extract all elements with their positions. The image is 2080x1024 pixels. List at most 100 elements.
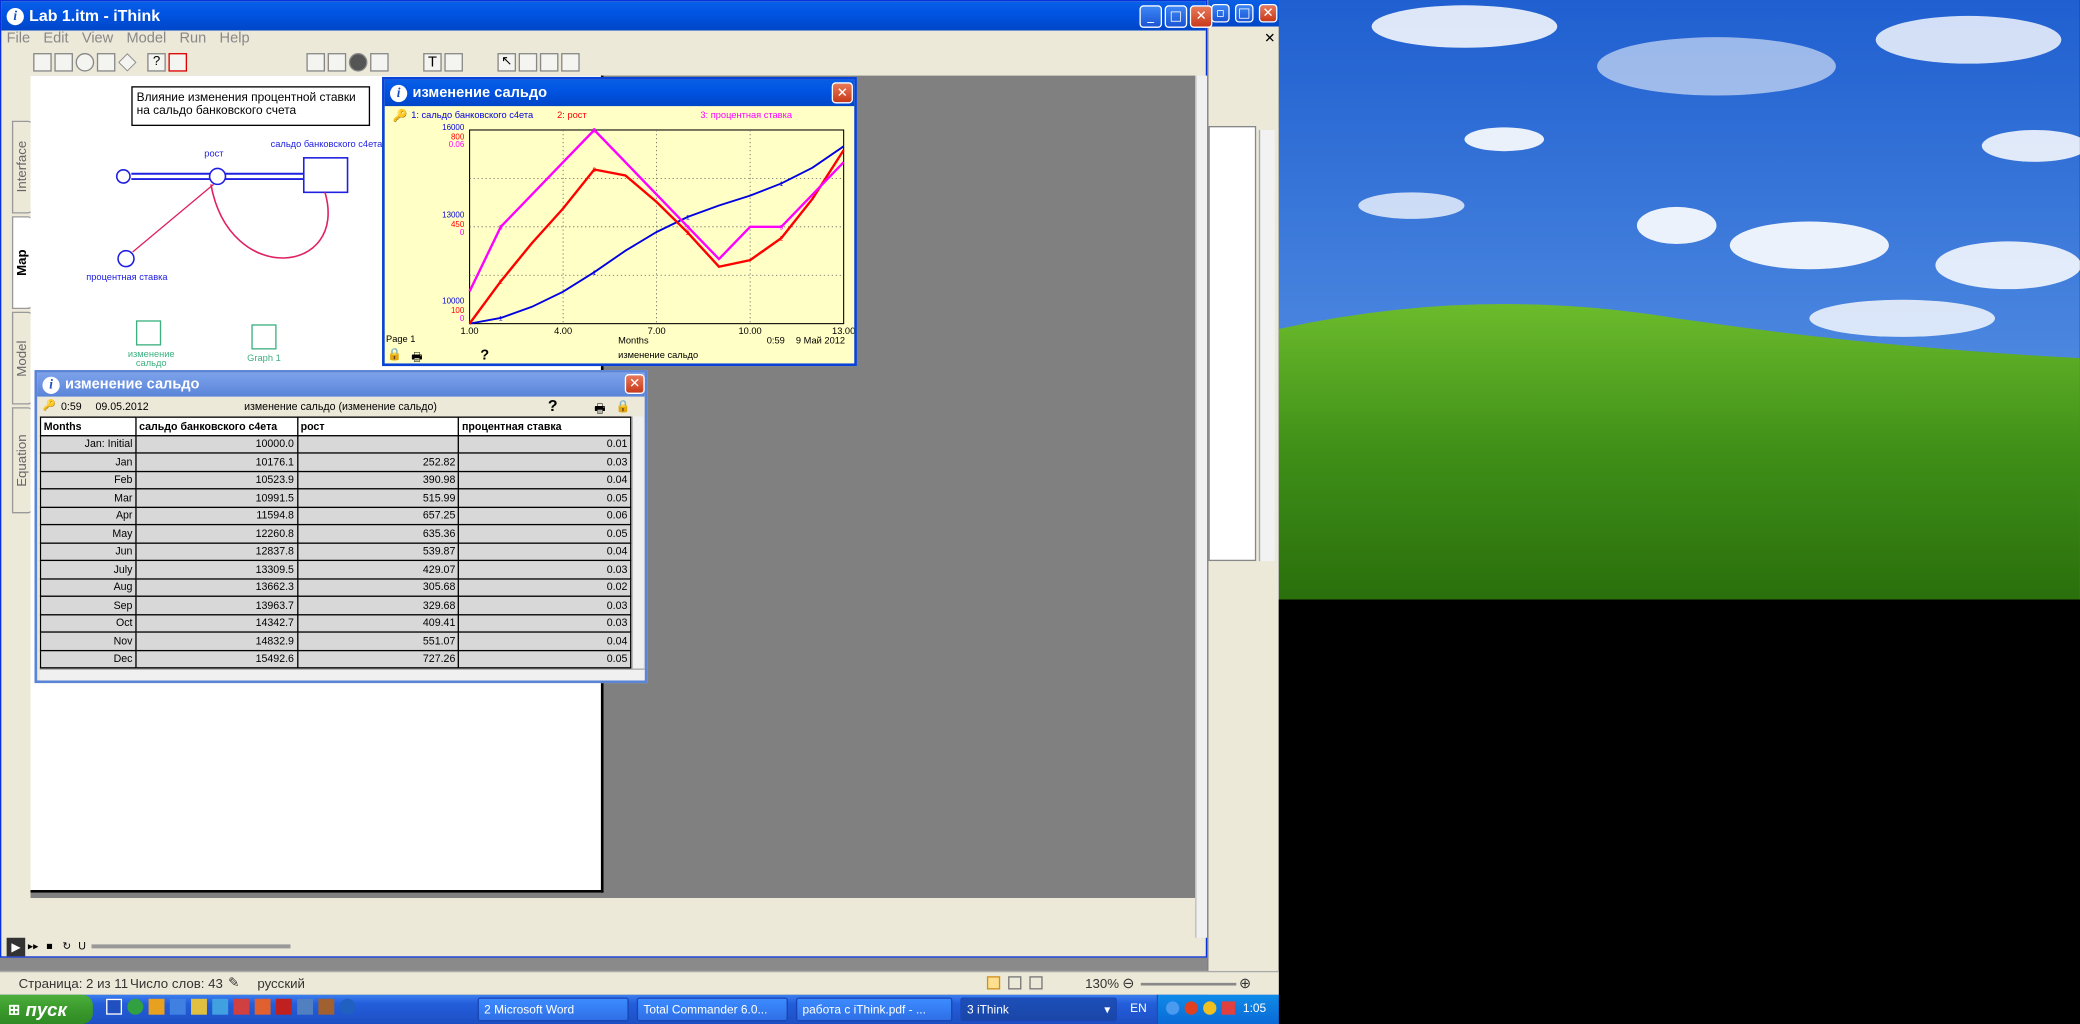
- stock-box[interactable]: [302, 157, 349, 194]
- quicklaunch-icon-12[interactable]: [339, 998, 356, 1015]
- speed-slider[interactable]: [91, 944, 291, 949]
- tray-icon-4[interactable]: [1221, 1001, 1235, 1015]
- graph-help-icon[interactable]: ?: [480, 348, 489, 364]
- table-tool-icon[interactable]: [327, 53, 347, 72]
- word-restore-button[interactable]: ▫: [1211, 3, 1230, 23]
- table-cell: 0.06: [457, 506, 632, 526]
- word-side-pane: ▫ □ ✕ ✕: [1207, 0, 1281, 995]
- table-vertical-scrollbar[interactable]: [631, 416, 644, 669]
- table-time: 0:59: [61, 400, 82, 413]
- table-cell: July: [39, 559, 137, 579]
- paintbrush-tool-icon[interactable]: [539, 53, 559, 72]
- stock-tool-icon[interactable]: [33, 53, 52, 72]
- table-cell: 12837.8: [135, 541, 298, 562]
- word-doc-close-icon[interactable]: ✕: [1264, 32, 1275, 47]
- quicklaunch-icon-1[interactable]: [106, 998, 123, 1015]
- quicklaunch-icon-9[interactable]: [275, 998, 292, 1015]
- image-tool-icon[interactable]: [444, 53, 463, 72]
- undo-icon[interactable]: U: [78, 940, 86, 952]
- converter-label: процентная ставка: [86, 273, 168, 283]
- table-row: Mar 10991.5 515.99 0.05: [39, 488, 632, 508]
- tray-icon-3[interactable]: [1203, 1001, 1217, 1015]
- menu-run[interactable]: Run: [180, 31, 207, 52]
- zoom-slider[interactable]: [1140, 982, 1237, 986]
- map-vertical-scrollbar[interactable]: [1195, 75, 1208, 938]
- web-view-icon[interactable]: [1029, 976, 1043, 990]
- table-titlebar[interactable]: i изменение сальдо: [37, 372, 645, 397]
- table-cell: 0.03: [457, 595, 632, 615]
- status-language[interactable]: русский: [257, 978, 305, 993]
- language-indicator[interactable]: EN: [1130, 1001, 1147, 1014]
- zoom-in-icon[interactable]: ⊕: [1239, 975, 1251, 992]
- slider-tool-icon[interactable]: [370, 53, 389, 72]
- decision-tool-icon[interactable]: [118, 53, 137, 72]
- table-lock-icon[interactable]: 🔒: [615, 399, 630, 414]
- play-icon[interactable]: ▶: [6, 937, 26, 957]
- quicklaunch-icon-8[interactable]: [254, 998, 271, 1015]
- step-icon[interactable]: ▸▸: [28, 940, 39, 952]
- table-header-2: рост: [296, 416, 460, 436]
- series-line-1: [469, 145, 845, 325]
- start-button[interactable]: ⊞ пуск: [0, 994, 93, 1024]
- zoom-level[interactable]: 130%: [1085, 978, 1119, 993]
- menu-file[interactable]: File: [7, 31, 31, 52]
- restore-icon[interactable]: ↻: [62, 940, 71, 952]
- word-scrollbar[interactable]: [1258, 129, 1275, 562]
- quicklaunch-icon-3[interactable]: [148, 998, 165, 1015]
- quicklaunch-icon-11[interactable]: [318, 998, 335, 1015]
- menu-view[interactable]: View: [82, 31, 113, 52]
- menu-help[interactable]: Help: [220, 31, 250, 52]
- x-tick-label: 1.00: [461, 326, 479, 336]
- task-word[interactable]: 2 Microsoft Word: [477, 997, 629, 1022]
- toolbar: ? T ↖: [31, 52, 1198, 76]
- word-close-button[interactable]: ✕: [1258, 3, 1278, 23]
- close-button[interactable]: ✕: [1189, 5, 1213, 28]
- stop-icon[interactable]: ■: [46, 940, 52, 952]
- desktop-wallpaper: [1278, 0, 2080, 600]
- pointer-tool-icon[interactable]: ↖: [497, 53, 517, 72]
- table-cell: Aug: [39, 577, 137, 597]
- hand-tool-icon[interactable]: [518, 53, 538, 72]
- converter-tool-icon[interactable]: [75, 53, 95, 72]
- task-ithink[interactable]: 3 iThink ▾: [960, 997, 1117, 1022]
- table-horizontal-scrollbar[interactable]: [39, 668, 645, 681]
- text-tool-icon[interactable]: T: [423, 53, 442, 72]
- graph-tool-icon[interactable]: [306, 53, 325, 72]
- graph-print-icon[interactable]: 🖶: [411, 348, 422, 369]
- menu-model[interactable]: Model: [126, 31, 166, 52]
- tray-icon-1[interactable]: [1165, 1001, 1180, 1015]
- quicklaunch-icon-6[interactable]: [212, 998, 229, 1015]
- table-cell: 11594.8: [135, 506, 298, 526]
- menu-edit[interactable]: Edit: [43, 31, 68, 52]
- word-maximize-button[interactable]: □: [1234, 3, 1254, 23]
- table-help-icon[interactable]: ?: [548, 397, 558, 416]
- reading-view-icon[interactable]: [1008, 976, 1022, 990]
- quicklaunch-icon-5[interactable]: [191, 998, 207, 1015]
- proofing-icon[interactable]: ✎: [228, 976, 239, 991]
- table-window: i изменение сальдо ✕ 🔑 0:59 09.05.2012 и…: [34, 370, 648, 684]
- quicklaunch-icon-7[interactable]: [233, 998, 250, 1015]
- table-key-icon[interactable]: 🔑: [42, 399, 55, 411]
- dynamite-tool-icon[interactable]: [561, 53, 580, 72]
- quicklaunch-icon-2[interactable]: [127, 998, 144, 1015]
- graph-lock-icon[interactable]: 🔒: [387, 348, 402, 363]
- task-total-commander[interactable]: Total Commander 6.0...: [636, 997, 788, 1022]
- flow-tool-icon[interactable]: [54, 53, 73, 72]
- minimize-button[interactable]: _: [1139, 5, 1163, 28]
- task-pdf[interactable]: работа с iThink.pdf - ...: [795, 997, 953, 1022]
- connector-tool-icon[interactable]: [96, 53, 116, 72]
- quicklaunch-icon-4[interactable]: [169, 998, 186, 1015]
- ghost-tool-icon[interactable]: [168, 53, 188, 72]
- tray-icon-2[interactable]: [1184, 1001, 1198, 1015]
- converter-circle[interactable]: [117, 249, 135, 268]
- table-close-button[interactable]: ✕: [624, 374, 645, 394]
- table-cell: Nov: [39, 631, 137, 651]
- button-tool-icon[interactable]: [348, 53, 368, 72]
- print-layout-icon[interactable]: [986, 976, 1001, 990]
- flow-valve-icon[interactable]: [208, 167, 227, 186]
- help-tool-icon[interactable]: ?: [147, 53, 166, 72]
- maximize-button[interactable]: □: [1164, 5, 1188, 28]
- zoom-out-icon[interactable]: ⊖: [1122, 975, 1134, 992]
- quicklaunch-icon-10[interactable]: [297, 998, 314, 1015]
- ithink-titlebar[interactable]: i Lab 1.itm - iThink: [1, 1, 1206, 31]
